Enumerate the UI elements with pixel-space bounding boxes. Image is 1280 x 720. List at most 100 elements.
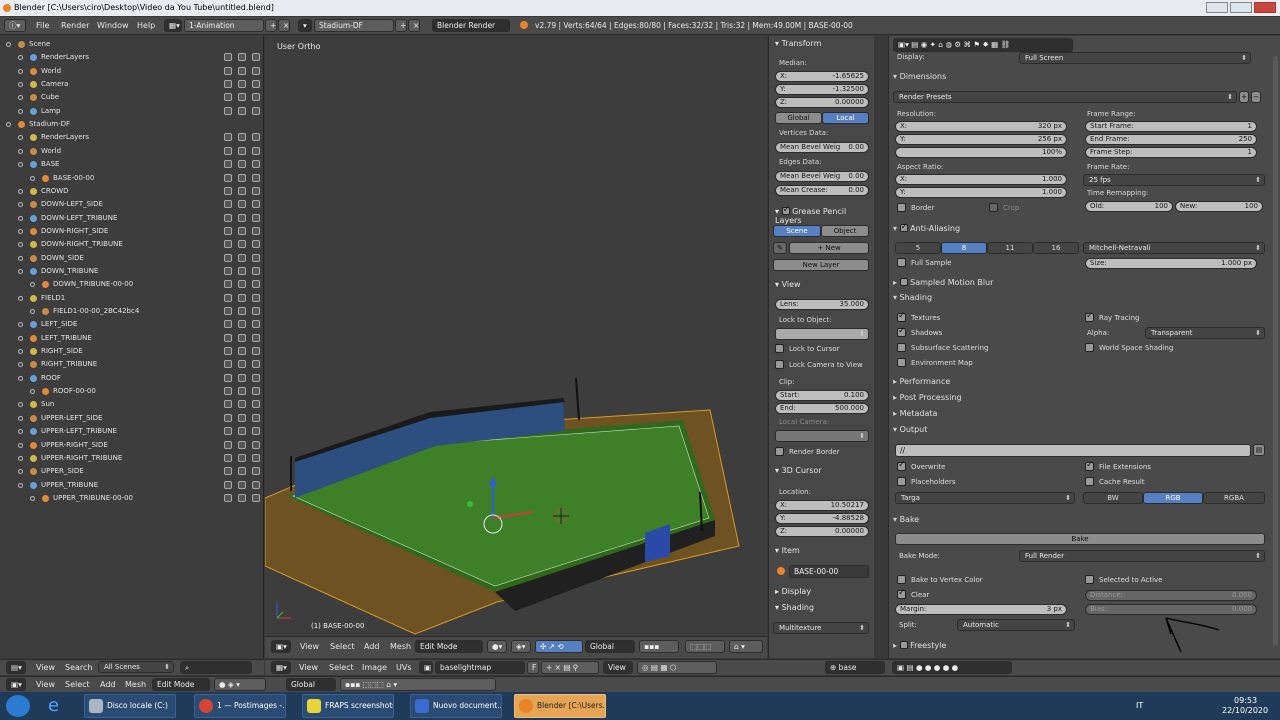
layers-buttons[interactable]: ▪▪▪ (639, 640, 679, 653)
border-checkbox[interactable] (897, 203, 906, 212)
outliner-row[interactable]: RIGHT_SIDE (0, 345, 264, 358)
render-border-checkbox[interactable] (775, 447, 784, 456)
visibility-toggles[interactable] (224, 106, 260, 115)
start-frame-field[interactable]: Start Frame: 1 (1085, 121, 1257, 132)
bake-button[interactable]: Bake (895, 533, 1265, 545)
visibility-toggles[interactable] (224, 133, 260, 142)
color-rgb-button[interactable]: RGB (1143, 492, 1203, 504)
time-old-field[interactable]: Old: 100 (1085, 201, 1173, 212)
uv-menu-uvs[interactable]: UVs (396, 663, 412, 672)
visibility-toggles[interactable] (224, 226, 260, 235)
vp-menu-view[interactable]: View (300, 642, 319, 651)
aa-samples-8[interactable]: 8 (941, 242, 987, 254)
global-button[interactable]: Global (775, 112, 822, 124)
outliner-row[interactable]: DOWN-LEFT_SIDE (0, 198, 264, 211)
outliner[interactable]: Scene RenderLayers World Camera Cube Lamp Stad… (0, 36, 264, 658)
editor-type-3dview[interactable]: ▣▾ (271, 640, 291, 653)
editor-type-icon[interactable]: ⓘ▾ (4, 19, 26, 32)
visibility-toggles[interactable] (224, 266, 260, 275)
3d-viewport[interactable]: User Ortho (1) BASE-00-00 (265, 36, 767, 636)
visibility-toggles[interactable] (224, 320, 260, 329)
visibility-toggles[interactable] (224, 440, 260, 449)
expand-icon[interactable] (18, 295, 23, 301)
outliner-row[interactable]: FIELD1 (0, 292, 264, 305)
motion-blur-panel-header[interactable]: Sampled Motion Blur (893, 277, 993, 287)
outliner-row[interactable]: Camera (0, 78, 264, 91)
grease-object-button[interactable]: Object (821, 225, 869, 237)
outliner-row[interactable]: FIELD1-00-00_2BC42bc4 (0, 305, 264, 318)
item-name-field[interactable]: BASE-00-00 (789, 565, 869, 578)
visibility-toggles[interactable] (224, 333, 260, 342)
layout-add-button[interactable]: + (265, 19, 277, 32)
visibility-toggles[interactable] (224, 293, 260, 302)
outliner-row[interactable]: World (0, 65, 264, 78)
expand-icon[interactable] (6, 122, 11, 128)
orientation-select[interactable]: Global (585, 640, 635, 653)
shading-mode-select[interactable]: ●▾ (487, 640, 507, 653)
outliner-row[interactable]: UPPER-LEFT_SIDE (0, 412, 264, 425)
outliner-row[interactable]: UPPER-RIGHT_TRIBUNE (0, 452, 264, 465)
color-rgba-button[interactable]: RGBA (1203, 492, 1265, 504)
cursor-y-field[interactable]: Y: -4.88528 (775, 513, 869, 524)
bottom-menu-add[interactable]: Add (100, 680, 116, 689)
visibility-toggles[interactable] (224, 413, 260, 422)
image-buttons[interactable]: + × ▤ ⚲ (541, 661, 599, 674)
outliner-row[interactable]: Cube (0, 91, 264, 104)
properties-context-tabs[interactable]: ▣▾ ▤ ◉ ✦ ⌂ ◍ ⚙ ⌘ ⚑ ✸ ▦ ⛓ (893, 38, 1073, 52)
pencil-icon[interactable]: ✎ (773, 242, 787, 254)
mode-select[interactable]: Edit Mode (415, 640, 483, 653)
outliner-row[interactable]: DOWN-RIGHT_SIDE (0, 225, 264, 238)
outliner-row[interactable]: DOWN_TRIBUNE (0, 265, 264, 278)
margin-field[interactable]: Margin: 3 px (895, 604, 1067, 615)
uv-view-mode-select[interactable]: View (603, 661, 633, 674)
outliner-row[interactable]: Sun (0, 398, 264, 411)
visibility-toggles[interactable] (224, 146, 260, 155)
taskbar-item-blender[interactable]: Blender [C:\Users... (514, 694, 606, 718)
visibility-toggles[interactable] (224, 173, 260, 182)
expand-icon[interactable] (18, 469, 23, 475)
visibility-toggles[interactable] (224, 213, 260, 222)
display-panel-header[interactable]: ▸ Display (775, 587, 811, 596)
layout-icon[interactable]: ▦▾ (164, 19, 182, 32)
maximize-button[interactable] (1230, 2, 1252, 13)
expand-icon[interactable] (18, 215, 23, 221)
visibility-toggles[interactable] (224, 480, 260, 489)
bake-panel-header[interactable]: Bake (893, 515, 920, 524)
outliner-row[interactable]: BASE-00-00 (0, 172, 264, 185)
expand-icon[interactable] (18, 455, 23, 461)
mean-bevel-vertex-field[interactable]: Mean Bevel Weig 0.00 (775, 142, 869, 153)
shadows-checkbox[interactable] (897, 326, 906, 337)
cache-result-checkbox[interactable] (1085, 477, 1094, 486)
language-indicator[interactable]: IT (1136, 701, 1143, 710)
3d-cursor-panel-header[interactable]: ▾ 3D Cursor (775, 466, 822, 475)
visibility-toggles[interactable] (224, 240, 260, 249)
outliner-row[interactable]: CROWD (0, 185, 264, 198)
expand-icon[interactable] (18, 375, 23, 381)
visibility-toggles[interactable] (224, 493, 260, 502)
expand-icon[interactable] (18, 268, 23, 274)
file-extensions-checkbox[interactable] (1085, 460, 1094, 471)
outliner-row[interactable]: DOWN_TRIBUNE-00-00 (0, 278, 264, 291)
mean-bevel-edge-field[interactable]: Mean Bevel Weig 0.00 (775, 171, 869, 182)
expand-icon[interactable] (18, 402, 23, 408)
uv-menu-image[interactable]: Image (362, 663, 387, 672)
file-format-select[interactable]: Targa (895, 492, 1075, 504)
bake-vertex-color-checkbox[interactable] (897, 575, 906, 584)
outliner-row[interactable]: RenderLayers (0, 131, 264, 144)
bias-field[interactable]: Bias: 0.000 (1085, 604, 1257, 615)
menu-window[interactable]: Window (97, 21, 129, 30)
properties-scrollbar[interactable] (1273, 56, 1278, 646)
taskbar-item-fraps[interactable]: FRAPS screenshots (302, 694, 394, 718)
outliner-row[interactable]: World (0, 145, 264, 158)
mean-crease-field[interactable]: Mean Crease: 0.00 (775, 185, 869, 196)
menu-help[interactable]: Help (137, 21, 155, 30)
scene-icon[interactable]: ▾ (298, 19, 312, 32)
outliner-row[interactable]: UPPER_TRIBUNE-00-00 (0, 492, 264, 505)
visibility-toggles[interactable] (224, 453, 260, 462)
expand-icon[interactable] (18, 162, 23, 168)
outliner-row[interactable]: RenderLayers (0, 51, 264, 64)
visibility-toggles[interactable] (224, 66, 260, 75)
cursor-x-field[interactable]: X: 10.50217 (775, 500, 869, 511)
outliner-row[interactable]: LEFT_SIDE (0, 318, 264, 331)
lock-cursor-checkbox[interactable] (775, 344, 784, 353)
